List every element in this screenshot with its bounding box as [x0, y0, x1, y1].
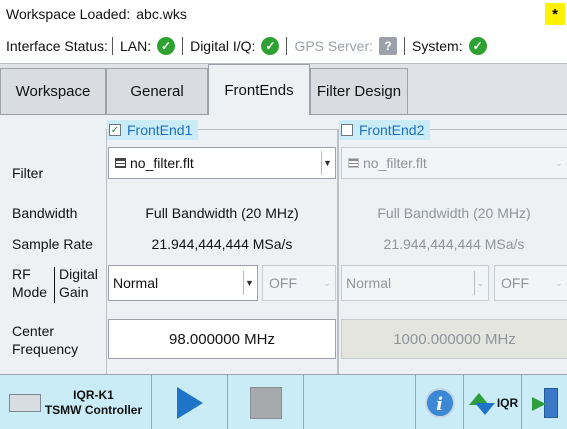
empty-toolbar-slot — [304, 375, 416, 429]
tsmw-controller-button[interactable]: IQR-K1 TSMW Controller — [0, 375, 152, 429]
chevron-down-icon: ▼ — [321, 151, 333, 175]
frontends-panel: Filter Bandwidth Sample Rate RF Mode Dig… — [0, 114, 567, 375]
chevron-down-icon: ⌄ — [323, 277, 331, 288]
frontend2-title: FrontEnd2 — [359, 122, 425, 138]
divider — [404, 37, 406, 55]
frontend2-filter-select[interactable]: no_filter.flt ⌄ — [341, 147, 567, 179]
frontend1-header[interactable]: ✓ FrontEnd1 — [107, 120, 199, 140]
frontend2-center-frequency-input[interactable]: 1000.000000 MHz — [341, 319, 567, 359]
lan-label: LAN: — [119, 38, 152, 54]
exit-button[interactable] — [522, 375, 567, 429]
system-label: System: — [412, 38, 463, 54]
frontend1-title: FrontEnd1 — [127, 122, 193, 138]
digital-label: Digital — [59, 266, 98, 282]
bandwidth-label: Bandwidth — [12, 205, 78, 221]
status-panel: Workspace Loaded: abc.wks * Interface Sta… — [0, 0, 567, 64]
play-button[interactable] — [152, 375, 228, 429]
info-button[interactable]: i — [416, 375, 464, 429]
tsmw-controller-text: IQR-K1 TSMW Controller — [45, 388, 142, 418]
frontend2-rf-mode-select[interactable]: Normal ⌄ — [341, 265, 489, 301]
tab-filter-design[interactable]: Filter Design — [310, 68, 408, 114]
mode-label: Mode — [12, 284, 48, 300]
frontend2-header[interactable]: FrontEnd2 — [339, 120, 431, 140]
frontend2-sample-rate: 21.944,444,444 MSa/s — [383, 236, 525, 252]
divider — [286, 37, 288, 55]
workspace-status: Workspace Loaded: abc.wks — [6, 6, 187, 22]
frontend2-bandwidth: Full Bandwidth (20 MHz) — [377, 205, 531, 221]
chevron-down-icon: ⌄ — [555, 277, 563, 288]
chevron-down-icon: ▼ — [243, 271, 255, 295]
bottom-toolbar: IQR-K1 TSMW Controller i IQR — [0, 374, 567, 429]
rf-label: RF — [12, 266, 31, 282]
frontend1-sample-rate: 21.944,444,444 MSa/s — [151, 236, 293, 252]
frontend2-rf-mode-value: Normal — [346, 275, 392, 291]
gps-server-label: GPS Server: — [294, 38, 374, 54]
lan-ok-icon: ✓ — [157, 37, 176, 55]
play-icon — [176, 386, 203, 419]
exit-door-icon — [531, 387, 558, 418]
label-divider — [54, 267, 55, 303]
frontend1-digital-gain-value: OFF — [269, 275, 297, 291]
interface-status-row: Interface Status: LAN: ✓ Digital I/Q: ✓ … — [6, 35, 487, 57]
tab-label: FrontEnds — [224, 81, 294, 99]
file-icon — [115, 158, 126, 168]
workspace-file: abc.wks — [136, 6, 187, 22]
info-icon: i — [424, 387, 455, 418]
gain-label: Gain — [59, 284, 89, 300]
file-icon — [348, 158, 359, 168]
workspace-label: Workspace Loaded: — [6, 6, 131, 22]
frontend1-bandwidth: Full Bandwidth (20 MHz) — [145, 205, 299, 221]
center-frequency-label: Center Frequency — [12, 322, 78, 358]
tab-bar: Workspace General FrontEnds Filter Desig… — [0, 64, 567, 115]
frontend2-digital-gain-value: OFF — [501, 275, 529, 291]
stop-icon — [249, 386, 282, 419]
stop-button[interactable] — [228, 375, 304, 429]
frontend1-filter-select[interactable]: no_filter.flt ▼ — [108, 147, 336, 179]
filter-label: Filter — [12, 165, 44, 181]
rf-mode-digital-gain-label: RF Mode Digital Gain — [12, 263, 106, 305]
divider — [111, 37, 113, 55]
tab-label: Workspace — [15, 83, 91, 100]
frontend1-checkbox[interactable]: ✓ — [109, 124, 121, 136]
frontend2-filter-value: no_filter.flt — [363, 155, 427, 171]
iqr-label: IQR — [496, 395, 519, 410]
digital-iq-ok-icon: ✓ — [261, 37, 280, 55]
system-ok-icon: ✓ — [468, 37, 487, 55]
digital-iq-label: Digital I/Q: — [190, 38, 256, 54]
frontend2-digital-gain-select[interactable]: OFF ⌄ — [494, 265, 567, 301]
sample-rate-label: Sample Rate — [12, 236, 93, 252]
frequency-label: Frequency — [12, 341, 79, 357]
frontend1-rf-mode-select[interactable]: Normal ▼ — [108, 265, 258, 301]
gps-unknown-icon: ? — [379, 37, 398, 55]
tab-frontends[interactable]: FrontEnds — [208, 64, 310, 115]
modified-star-indicator: * — [545, 3, 565, 25]
tsmw-line2: TSMW Controller — [44, 402, 143, 417]
frontend1-filter-value: no_filter.flt — [130, 155, 194, 171]
tab-label: General — [130, 83, 184, 100]
sync-arrows-icon — [467, 389, 495, 417]
chevron-down-icon: ⌄ — [555, 157, 563, 168]
interface-status-label: Interface Status: — [6, 38, 108, 54]
frontend2-checkbox[interactable] — [341, 124, 353, 136]
tsmw-line1: IQR-K1 — [73, 387, 114, 402]
frontend1-center-frequency-input[interactable]: 98.000000 MHz — [108, 319, 336, 359]
center-label: Center — [12, 323, 55, 339]
frontend1-rf-mode-value: Normal — [113, 275, 159, 291]
chevron-down-icon: ⌄ — [474, 271, 486, 295]
tab-label: Filter Design — [316, 83, 402, 100]
tab-general[interactable]: General — [106, 68, 208, 114]
tab-workspace[interactable]: Workspace — [0, 68, 106, 114]
divider — [182, 37, 184, 55]
frontend1-digital-gain-select[interactable]: OFF ⌄ — [262, 265, 336, 301]
tsmw-device-icon — [8, 393, 41, 412]
iqr-sync-button[interactable]: IQR — [464, 375, 522, 429]
